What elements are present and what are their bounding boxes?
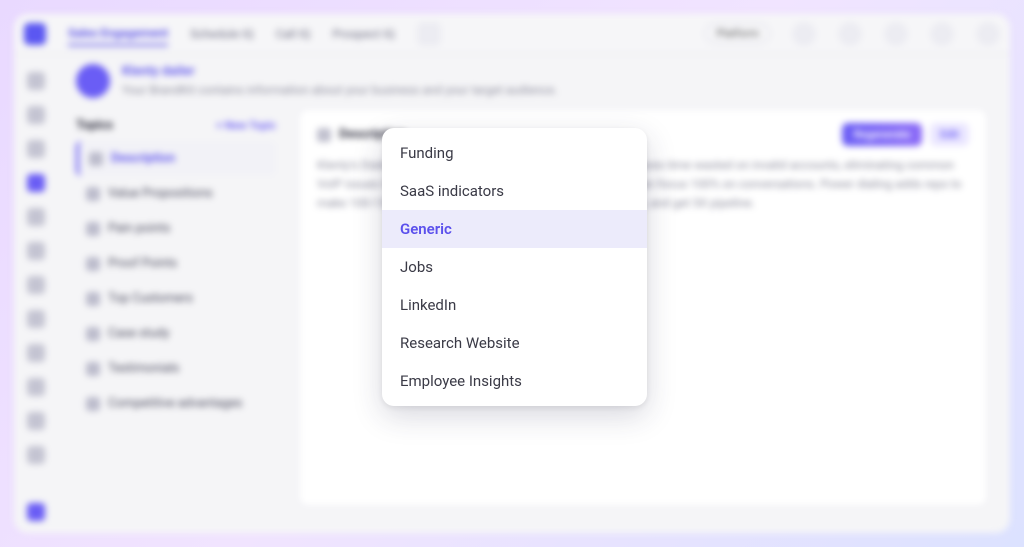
topic-icon [86, 397, 100, 411]
topic-item-description[interactable]: Description [76, 141, 276, 176]
regenerate-button[interactable]: Regenerate [842, 123, 922, 146]
nav-tab-prospect-iq[interactable]: Prospect IQ [332, 23, 394, 45]
topic-label: Testimonials [108, 361, 179, 376]
rail-icon-3[interactable] [27, 140, 45, 158]
topic-item-pain-points[interactable]: Pain points [76, 211, 276, 246]
topic-item-proof-points[interactable]: Proof Points [76, 246, 276, 281]
rail-icon-10[interactable] [27, 378, 45, 396]
dropdown-option-funding[interactable]: Funding [382, 134, 647, 172]
dropdown-option-employee-insights[interactable]: Employee Insights [382, 362, 647, 400]
rail-icon-bottom[interactable] [27, 503, 45, 521]
brand-avatar-icon [76, 64, 110, 98]
topic-icon [89, 152, 103, 166]
rail-icon-4[interactable] [27, 174, 45, 192]
rail-icon-8[interactable] [27, 310, 45, 328]
topic-icon [86, 222, 100, 236]
topics-heading: Topics [76, 118, 113, 133]
dropdown-option-jobs[interactable]: Jobs [382, 248, 647, 286]
rail-icon-1[interactable] [27, 72, 45, 90]
rail-icon-2[interactable] [27, 106, 45, 124]
topic-item-value-propositions[interactable]: Value Propositions [76, 176, 276, 211]
rail-icon-5[interactable] [27, 208, 45, 226]
topic-item-testimonials[interactable]: Testimonials [76, 351, 276, 386]
header-icon-4[interactable] [930, 22, 954, 46]
left-rail [14, 54, 58, 533]
top-nav: Sales Engagement Schedule IQ Call IQ Pro… [14, 14, 1010, 54]
new-topic-button[interactable]: + New Topic [216, 119, 276, 132]
rail-icon-12[interactable] [27, 446, 45, 464]
header-icon-2[interactable] [838, 22, 862, 46]
brand-subtitle: Your BrandKit contains information about… [122, 83, 557, 97]
description-icon [317, 128, 331, 142]
edit-button[interactable]: Edit [930, 123, 969, 146]
dropdown-option-research-website[interactable]: Research Website [382, 324, 647, 362]
rail-icon-6[interactable] [27, 242, 45, 260]
topic-icon [86, 187, 100, 201]
nav-tab-schedule-iq[interactable]: Schedule IQ [190, 23, 254, 45]
app-logo-icon [24, 23, 46, 45]
topic-icon [86, 257, 100, 271]
topic-label: Top Customers [108, 291, 193, 306]
brand-title: Klenty dailer [122, 64, 557, 79]
header-icon-5[interactable] [976, 22, 1000, 46]
brand-header: Klenty dailer Your BrandKit contains inf… [76, 64, 988, 98]
rail-icon-9[interactable] [27, 344, 45, 362]
research-type-dropdown: Funding SaaS indicators Generic Jobs Lin… [382, 128, 647, 406]
topics-heading-row: Topics + New Topic [76, 118, 276, 133]
topic-icon [86, 292, 100, 306]
topic-label: Competitive advantages [108, 396, 242, 411]
topic-label: Pain points [108, 221, 170, 236]
topic-icon [86, 327, 100, 341]
topic-icon [86, 362, 100, 376]
topic-item-top-customers[interactable]: Top Customers [76, 281, 276, 316]
rail-icon-7[interactable] [27, 276, 45, 294]
header-icon-1[interactable] [792, 22, 816, 46]
topic-label: Value Propositions [108, 186, 213, 201]
topic-item-competitive-advantages[interactable]: Competitive advantages [76, 386, 276, 421]
header-icon-3[interactable] [884, 22, 908, 46]
topic-label: Proof Points [108, 256, 177, 271]
dropdown-option-linkedin[interactable]: LinkedIn [382, 286, 647, 324]
rail-icon-11[interactable] [27, 412, 45, 430]
platform-pill[interactable]: Platform [705, 23, 770, 44]
topics-sidebar: Topics + New Topic Description Value Pro… [76, 108, 276, 507]
nav-tab-call-iq[interactable]: Call IQ [276, 23, 311, 45]
topic-item-case-study[interactable]: Case study [76, 316, 276, 351]
topic-label: Case study [108, 326, 170, 341]
topic-label: Description [111, 151, 175, 166]
dropdown-option-saas-indicators[interactable]: SaaS indicators [382, 172, 647, 210]
main-panel-actions: Regenerate Edit [842, 123, 969, 146]
nav-tab-sales-engagement[interactable]: Sales Engagement [68, 22, 168, 46]
search-icon[interactable] [417, 22, 441, 46]
dropdown-option-generic[interactable]: Generic [382, 210, 647, 248]
